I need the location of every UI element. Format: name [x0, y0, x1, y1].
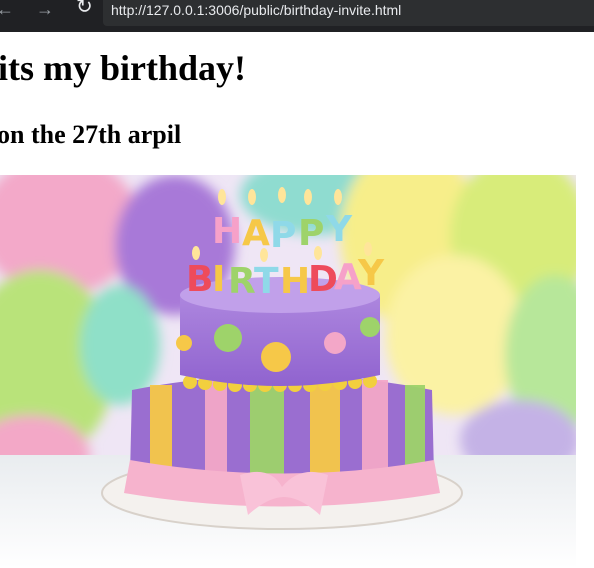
svg-text:T: T — [254, 261, 279, 302]
svg-text:H: H — [280, 261, 310, 302]
reload-icon[interactable]: ↻ — [76, 0, 93, 26]
svg-text:P: P — [270, 215, 296, 256]
svg-text:Y: Y — [325, 209, 353, 250]
birthday-cake-image: H A P P Y B I R T H D A Y — [0, 175, 576, 568]
url-text[interactable]: http://127.0.0.1:3006/public/birthday-in… — [111, 2, 401, 18]
browser-toolbar: ← → ↻ http://127.0.0.1:3006/public/birth… — [0, 0, 594, 32]
svg-text:H: H — [212, 211, 242, 252]
page-heading: its my birthday! — [0, 48, 247, 88]
svg-text:A: A — [242, 213, 270, 254]
address-bar[interactable]: http://127.0.0.1:3006/public/birthday-in… — [103, 0, 594, 26]
svg-text:B: B — [186, 259, 213, 300]
svg-text:Y: Y — [357, 253, 385, 294]
svg-text:I: I — [212, 259, 225, 300]
svg-text:R: R — [228, 261, 256, 302]
page-subheading: on the 27th arpil — [0, 120, 182, 149]
forward-arrow-icon[interactable]: → — [36, 0, 54, 28]
back-arrow-icon[interactable]: ← — [0, 0, 14, 28]
